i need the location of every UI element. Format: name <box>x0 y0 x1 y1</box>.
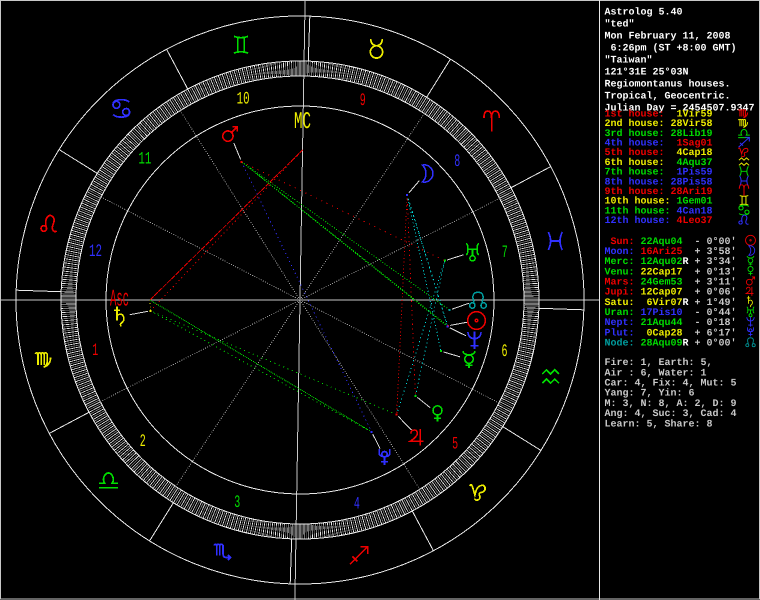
svg-text:5: 5 <box>452 434 458 454</box>
svg-text:10: 10 <box>237 89 250 109</box>
svg-text:6: 6 <box>502 342 508 362</box>
svg-text:Asc: Asc <box>110 287 129 314</box>
svg-text:Mars:24Gem53+ 3°11': Mars: 24Gem53 + 3°11' <box>605 277 737 289</box>
svg-text:4: 4 <box>354 495 360 515</box>
svg-text:"Taiwan": "Taiwan" <box>605 55 653 67</box>
svg-text:Yang: 7, Yin: 6: Yang: 7, Yin: 6 <box>605 388 695 400</box>
svg-text:Mon February 11, 2008: Mon February 11, 2008 <box>605 31 731 43</box>
svg-text:1: 1 <box>92 341 98 361</box>
svg-text:Tropical, Geocentric.: Tropical, Geocentric. <box>605 91 731 103</box>
svg-text:Astrolog 5.40: Astrolog 5.40 <box>605 7 683 19</box>
svg-text:Air : 6, Water: 1: Air : 6, Water: 1 <box>605 367 707 379</box>
svg-text:12th house: 4Leo37: 12th house: 4Leo37 <box>605 215 713 227</box>
svg-text:Regiomontanus houses.: Regiomontanus houses. <box>605 79 731 91</box>
svg-text:7: 7 <box>502 243 508 263</box>
svg-text:9: 9 <box>360 91 366 111</box>
svg-text:Nept:21Aqu44- 0°18': Nept: 21Aqu44- 0°18' <box>605 317 737 329</box>
svg-text:Ang: 4, Suc: 3, Cad: 4: Ang: 4, Suc: 3, Cad: 4 <box>605 408 737 420</box>
svg-text:Node:28Aqu09R+ 0°00': Node: 28Aqu09R + 0°00' <box>605 338 737 350</box>
svg-text:12: 12 <box>89 242 102 262</box>
svg-text:Venu:22Cap17+ 0°13': Venu: 22Cap17 + 0°13' <box>605 266 737 278</box>
svg-text:Plut: 0Cap28+ 6°17': Plut: 0Cap28 + 6°17' <box>605 327 737 339</box>
svg-text:Jupi:12Cap07+ 0°06': Jupi: 12Cap07 + 0°06' <box>605 287 737 299</box>
svg-text:3: 3 <box>234 493 240 513</box>
svg-text:Learn: 5, Share: 8: Learn: 5, Share: 8 <box>605 418 713 430</box>
svg-text:"ted": "ted" <box>605 19 635 31</box>
svg-text:Moon:16Ari25+ 3°58': Moon: 16Ari25 + 3°58' <box>605 246 737 258</box>
svg-text:121°31E 25°03N: 121°31E 25°03N <box>605 68 689 79</box>
svg-text:2: 2 <box>140 432 146 452</box>
svg-text:MC: MC <box>294 109 311 136</box>
svg-text:11: 11 <box>138 150 151 170</box>
svg-text:8: 8 <box>454 152 460 172</box>
svg-text:Car: 4, Fix: 4, Mut: 5: Car: 4, Fix: 4, Mut: 5 <box>605 378 737 390</box>
svg-text:Fire: 1, Earth: 5,: Fire: 1, Earth: 5, <box>605 357 713 369</box>
svg-text:Satu: 6Vir07R+ 1°49': Satu: 6Vir07R + 1°49' <box>605 297 737 309</box>
svg-text:6:26pm (ST +8:00 GMT): 6:26pm (ST +8:00 GMT) <box>605 43 737 55</box>
svg-text:Sun:22Aqu04- 0°00': Sun: 22Aqu04- 0°00' <box>605 236 737 248</box>
